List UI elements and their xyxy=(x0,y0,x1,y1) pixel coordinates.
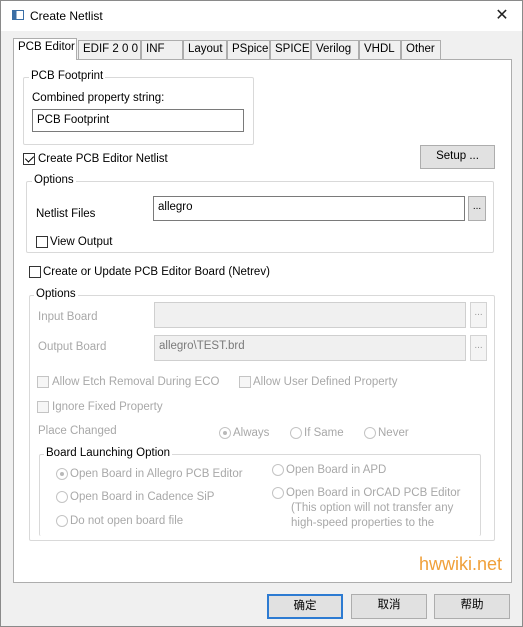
tab-other[interactable]: Other xyxy=(401,40,441,59)
netlist-files-label: Netlist Files xyxy=(36,208,96,220)
watermark-text: hwwiki.net xyxy=(419,554,503,574)
output-board-label: Output Board xyxy=(38,341,107,353)
place-changed-if-same-radio[interactable] xyxy=(290,427,302,439)
output-board-input[interactable]: allegro\TEST.brd xyxy=(154,335,466,361)
tab-pcb-editor[interactable]: PCB Editor xyxy=(13,38,77,60)
open-sip-label: Open Board in Cadence SiP xyxy=(70,491,215,503)
place-changed-never-radio[interactable] xyxy=(364,427,376,439)
open-sip-radio[interactable] xyxy=(56,491,68,503)
open-apd-radio[interactable] xyxy=(272,464,284,476)
create-netlist-checkbox[interactable] xyxy=(23,153,35,165)
close-icon[interactable]: ✕ xyxy=(493,7,511,25)
allow-etch-checkbox[interactable] xyxy=(37,376,49,388)
place-changed-always-radio[interactable] xyxy=(219,427,231,439)
place-changed-never-label: Never xyxy=(378,427,409,439)
create-board-label: Create or Update PCB Editor Board (Netre… xyxy=(43,266,270,278)
tab-layout[interactable]: Layout xyxy=(183,40,227,59)
tab-pspice[interactable]: PSpice xyxy=(227,40,270,59)
create-netlist-label: Create PCB Editor Netlist xyxy=(38,153,168,165)
open-allegro-radio[interactable] xyxy=(56,468,68,480)
netlist-files-browse-button[interactable]: ... xyxy=(468,196,486,221)
tab-spice[interactable]: SPICE xyxy=(270,40,311,59)
ok-button[interactable]: 确定 xyxy=(267,594,343,619)
place-changed-label: Place Changed xyxy=(38,425,117,437)
board-launching-title: Board Launching Option xyxy=(44,447,173,459)
output-board-browse-button[interactable]: ... xyxy=(470,335,487,361)
tab-verilog[interactable]: Verilog xyxy=(311,40,359,59)
netlist-files-input[interactable]: allegro xyxy=(153,196,465,221)
pcb-footprint-group-title: PCB Footprint xyxy=(29,70,106,82)
input-board-browse-button[interactable]: ... xyxy=(470,302,487,328)
no-open-label: Do not open board file xyxy=(70,515,184,527)
netlist-options-title: Options xyxy=(32,174,76,186)
tab-edif[interactable]: EDIF 2 0 0 xyxy=(78,40,141,59)
tab-inf[interactable]: INF xyxy=(141,40,183,59)
input-board-label: Input Board xyxy=(38,311,98,323)
create-board-checkbox[interactable] xyxy=(29,266,41,278)
orcad-note-line-1: (This option will not transfer any xyxy=(291,502,454,514)
place-changed-always-label: Always xyxy=(233,427,270,439)
window-title: Create Netlist xyxy=(30,9,103,23)
title-bar: Create Netlist ✕ xyxy=(1,1,522,31)
open-orcad-label: Open Board in OrCAD PCB Editor xyxy=(286,487,461,499)
app-window-icon xyxy=(12,10,24,20)
help-button[interactable]: 帮助 xyxy=(434,594,510,619)
open-orcad-radio[interactable] xyxy=(272,487,284,499)
allow-user-property-checkbox[interactable] xyxy=(239,376,251,388)
create-netlist-dialog: Create Netlist ✕ PCB Editor EDIF 2 0 0 I… xyxy=(0,0,523,627)
ignore-fixed-label: Ignore Fixed Property xyxy=(52,401,163,413)
ignore-fixed-checkbox[interactable] xyxy=(37,401,49,413)
setup-button[interactable]: Setup ... xyxy=(420,145,495,169)
open-allegro-label: Open Board in Allegro PCB Editor xyxy=(70,468,243,480)
allow-etch-label: Allow Etch Removal During ECO xyxy=(52,376,220,388)
input-board-input[interactable] xyxy=(154,302,466,328)
cancel-button[interactable]: 取消 xyxy=(351,594,427,619)
allow-user-property-label: Allow User Defined Property xyxy=(253,376,398,388)
view-output-checkbox[interactable] xyxy=(36,236,48,248)
view-output-label: View Output xyxy=(50,236,113,248)
board-options-title: Options xyxy=(34,288,78,300)
orcad-note-line-2: high-speed properties to the xyxy=(291,517,435,529)
combined-property-label: Combined property string: xyxy=(32,92,165,104)
place-changed-if-same-label: If Same xyxy=(304,427,344,439)
open-apd-label: Open Board in APD xyxy=(286,464,387,476)
combined-property-input[interactable]: PCB Footprint xyxy=(32,109,244,132)
no-open-radio[interactable] xyxy=(56,515,68,527)
tab-vhdl[interactable]: VHDL xyxy=(359,40,401,59)
